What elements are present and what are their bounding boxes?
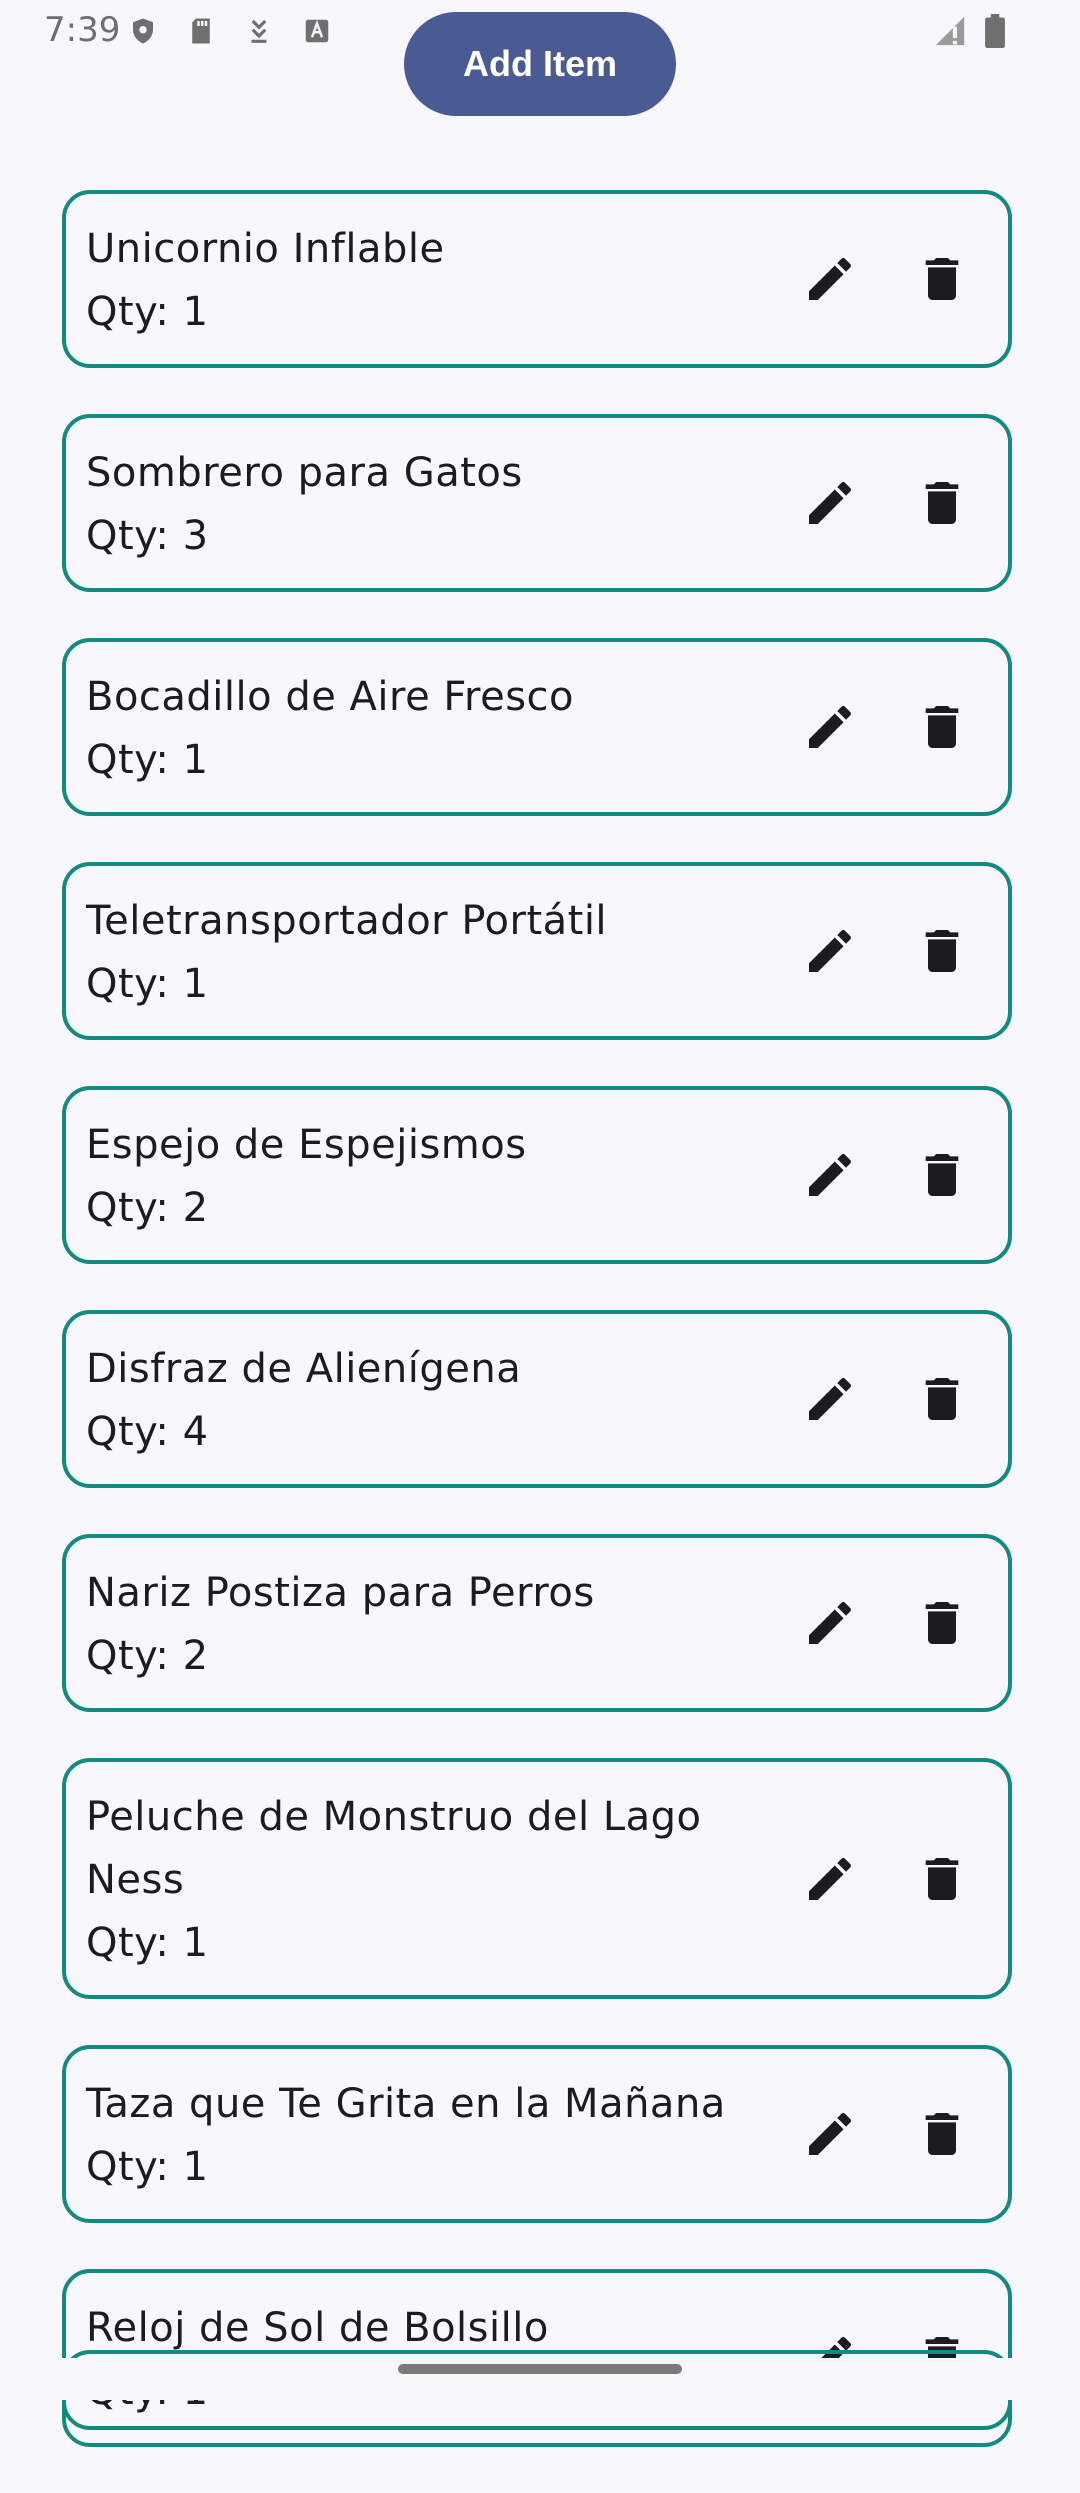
list-item[interactable]: Teletransportador Portátil Qty: 1	[62, 862, 1012, 1040]
signal-icon	[932, 14, 968, 48]
item-name: Sombrero para Gatos	[86, 450, 523, 496]
item-qty: Qty: 3	[86, 513, 209, 559]
edit-icon[interactable]	[802, 923, 858, 979]
trash-icon[interactable]	[914, 251, 970, 307]
item-qty: Qty: 1	[86, 737, 209, 783]
home-indicator[interactable]	[398, 2364, 682, 2374]
item-text: Nariz Postiza para Perros Qty: 2	[66, 1538, 746, 1708]
trash-icon[interactable]	[914, 2106, 970, 2162]
trash-icon[interactable]	[914, 1147, 970, 1203]
item-text: Taza que Te Grita en la Mañana Qty: 1	[66, 2049, 746, 2219]
item-qty: Qty: 4	[86, 1409, 209, 1455]
item-name: Espejo de Espejismos	[86, 1122, 527, 1168]
item-name: Bocadillo de Aire Fresco	[86, 674, 574, 720]
item-qty: Qty: 1	[86, 2144, 209, 2190]
item-name: Teletransportador Portátil	[86, 898, 608, 944]
list-item[interactable]: Unicornio Inflable Qty: 1	[62, 190, 1012, 368]
edit-icon[interactable]	[802, 699, 858, 755]
list-item[interactable]: Disfraz de Alienígena Qty: 4	[62, 1310, 1012, 1488]
item-text: Teletransportador Portátil Qty: 1	[66, 866, 746, 1036]
sd-card-icon	[186, 14, 216, 48]
item-text: Sombrero para Gatos Qty: 3	[66, 418, 746, 588]
trash-icon[interactable]	[914, 1851, 970, 1907]
status-time: 7:39	[44, 10, 121, 50]
item-name: Disfraz de Alienígena	[86, 1346, 522, 1392]
edit-icon[interactable]	[802, 1851, 858, 1907]
item-text: Unicornio Inflable Qty: 1	[66, 194, 746, 364]
item-qty: Qty: 2	[86, 1185, 209, 1231]
item-name: Unicornio Inflable	[86, 226, 445, 272]
item-name: Peluche de Monstruo del Lago Ness	[86, 1794, 702, 1903]
item-text: Bocadillo de Aire Fresco Qty: 1	[66, 642, 746, 812]
edit-icon[interactable]	[802, 251, 858, 307]
edit-icon[interactable]	[802, 1371, 858, 1427]
keyboard-a-icon	[302, 14, 332, 48]
edit-icon[interactable]	[802, 1147, 858, 1203]
item-name: Taza que Te Grita en la Mañana	[86, 2081, 726, 2127]
battery-icon	[982, 14, 1008, 48]
item-name: Nariz Postiza para Perros	[86, 1570, 595, 1616]
item-qty: Qty: 1	[86, 289, 209, 335]
item-qty: Qty: 1	[86, 1920, 209, 1966]
item-list: Unicornio Inflable Qty: 1 Sombrero para …	[62, 190, 1018, 2493]
item-qty: Qty: 2	[86, 1633, 209, 1679]
item-qty: Qty: 1	[86, 961, 209, 1007]
list-item[interactable]: Espejo de Espejismos Qty: 2	[62, 1086, 1012, 1264]
edit-icon[interactable]	[802, 475, 858, 531]
edit-icon[interactable]	[802, 2106, 858, 2162]
download-icon	[244, 14, 274, 48]
edit-icon[interactable]	[802, 1595, 858, 1651]
list-item[interactable]: Bocadillo de Aire Fresco Qty: 1	[62, 638, 1012, 816]
trash-icon[interactable]	[914, 475, 970, 531]
list-item[interactable]: Taza que Te Grita en la Mañana Qty: 1	[62, 2045, 1012, 2223]
list-item[interactable]: Peluche de Monstruo del Lago Ness Qty: 1	[62, 1758, 1012, 1999]
trash-icon[interactable]	[914, 923, 970, 979]
item-text: Espejo de Espejismos Qty: 2	[66, 1090, 746, 1260]
add-item-button[interactable]: Add Item	[404, 12, 676, 116]
item-text: Peluche de Monstruo del Lago Ness Qty: 1	[66, 1762, 746, 1995]
list-item[interactable]: Nariz Postiza para Perros Qty: 2	[62, 1534, 1012, 1712]
item-text: Disfraz de Alienígena Qty: 4	[66, 1314, 746, 1484]
trash-icon[interactable]	[914, 1595, 970, 1651]
list-item[interactable]: Sombrero para Gatos Qty: 3	[62, 414, 1012, 592]
trash-icon[interactable]	[914, 1371, 970, 1427]
trash-icon[interactable]	[914, 699, 970, 755]
shield-icon	[128, 14, 158, 48]
